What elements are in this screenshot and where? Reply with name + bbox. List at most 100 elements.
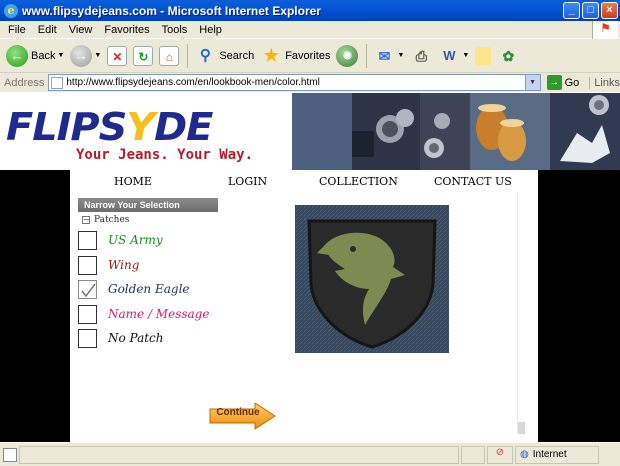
site-nav: HOME LOGIN COLLECTION CONTACT US (70, 170, 538, 192)
maximize-button[interactable]: □ (582, 2, 599, 19)
title-bar: e www.flipsydejeans.com - Microsoft Inte… (0, 0, 620, 21)
search-label: Search (219, 49, 255, 62)
scrollbar-thumb[interactable] (518, 422, 525, 434)
toolbar-separator (187, 43, 189, 68)
edit-button[interactable]: W ▼ (438, 45, 469, 67)
globe-icon: ◍ (520, 449, 529, 460)
option-no-patch[interactable]: No Patch (78, 328, 164, 348)
stop-icon: ✕ (107, 45, 128, 66)
go-button[interactable]: → Go (546, 75, 580, 90)
back-button[interactable]: ← Back ▼ (6, 44, 64, 67)
mail-icon: ✉ (378, 47, 391, 64)
checkbox[interactable] (78, 230, 97, 250)
messenger-button[interactable]: ✿ (497, 45, 519, 67)
stop-button[interactable]: ✕ (107, 45, 128, 66)
discuss-button[interactable] (475, 46, 492, 65)
checkbox[interactable] (78, 255, 97, 275)
search-icon: ⚲ (199, 46, 211, 64)
back-arrow-icon: ← (6, 44, 28, 67)
checkbox[interactable] (78, 304, 97, 324)
nav-login[interactable]: LOGIN (228, 175, 267, 188)
menu-help[interactable]: Help (199, 24, 222, 36)
minimize-button[interactable]: _ (563, 2, 580, 19)
checkbox-checked[interactable] (78, 279, 97, 299)
status-text-area (19, 445, 459, 464)
menu-edit[interactable]: Edit (38, 24, 57, 36)
main-content: Narrow Your Selection − Patches US Army … (70, 192, 538, 442)
note-icon (475, 46, 492, 65)
option-golden-eagle[interactable]: Golden Eagle (78, 279, 190, 299)
menu-bar: File Edit View Favorites Tools Help (0, 21, 620, 39)
print-button[interactable]: ⎙ (410, 45, 432, 67)
forward-button[interactable]: → ▼ (70, 44, 101, 67)
mail-button[interactable]: ✉ ▼ (373, 45, 405, 67)
address-input[interactable]: http://www.flipsydejeans.com/en/lookbook… (48, 74, 541, 91)
status-bar: ⊘ ◍ Internet (0, 442, 620, 466)
home-button[interactable]: ⌂ (159, 45, 180, 66)
toolbar-separator (366, 43, 368, 68)
option-label: Golden Eagle (108, 282, 190, 296)
option-name-message[interactable]: Name / Message (78, 304, 209, 324)
patches-category[interactable]: − Patches (82, 215, 129, 225)
back-dropdown-icon[interactable]: ▼ (57, 52, 64, 59)
forward-dropdown-icon[interactable]: ▼ (94, 52, 101, 59)
option-us-army[interactable]: US Army (78, 230, 163, 250)
status-segment (461, 445, 485, 464)
windows-flag-icon: ⚑ (592, 21, 618, 39)
banner-photo (292, 93, 620, 170)
back-label: Back (31, 49, 56, 62)
option-wing[interactable]: Wing (78, 255, 139, 275)
menu-favorites[interactable]: Favorites (104, 24, 149, 36)
refresh-icon: ↻ (133, 45, 154, 66)
option-label: US Army (108, 233, 163, 247)
messenger-icon: ✿ (502, 47, 515, 64)
menu-tools[interactable]: Tools (162, 24, 188, 36)
menu-view[interactable]: View (69, 24, 93, 36)
web-page: FLIPSYDE Your Jeans. Your Way. HOME LOGI… (0, 93, 620, 442)
checkbox[interactable] (78, 328, 97, 348)
patches-label: Patches (94, 215, 130, 225)
nav-home[interactable]: HOME (114, 175, 152, 188)
links-button[interactable]: Links (589, 76, 620, 89)
checkmark-icon (81, 283, 96, 297)
option-label: No Patch (108, 331, 164, 345)
vertical-scrollbar[interactable] (517, 192, 525, 434)
patch-preview-image (295, 205, 449, 353)
menu-file[interactable]: File (8, 24, 26, 36)
continue-label: Continue (216, 407, 260, 418)
favorites-label: Favorites (285, 49, 331, 62)
option-label: Wing (108, 258, 140, 272)
continue-button[interactable]: Continue (209, 402, 276, 430)
browser-window: e www.flipsydejeans.com - Microsoft Inte… (0, 0, 620, 466)
go-arrow-icon: → (546, 75, 562, 90)
nav-collection[interactable]: COLLECTION (319, 175, 398, 188)
nav-contact-us[interactable]: CONTACT US (434, 175, 512, 188)
star-icon: ★ (263, 45, 279, 65)
home-icon: ⌂ (159, 45, 180, 66)
forward-arrow-icon: → (70, 44, 93, 67)
media-button[interactable]: ◉ (336, 44, 359, 67)
ie-logo-icon: e (4, 3, 18, 18)
refresh-button[interactable]: ↻ (133, 45, 154, 66)
option-label: Name / Message (108, 307, 210, 321)
edit-dropdown-icon[interactable]: ▼ (462, 52, 469, 59)
site-logo[interactable]: FLIPSYDE (6, 105, 213, 149)
address-url: http://www.flipsydejeans.com/en/lookbook… (66, 77, 320, 88)
site-tagline: Your Jeans. Your Way. (76, 147, 254, 163)
collapse-icon[interactable]: − (82, 216, 90, 224)
popup-blocker-icon[interactable]: ⊘ (487, 445, 513, 464)
media-icon: ◉ (336, 44, 359, 67)
window-title: www.flipsydejeans.com - Microsoft Intern… (22, 3, 321, 18)
mail-dropdown-icon[interactable]: ▼ (397, 52, 404, 59)
page-left-margin (0, 170, 70, 442)
favorites-button[interactable]: ★ Favorites (260, 45, 331, 67)
page-icon (51, 76, 64, 89)
close-button[interactable]: × (601, 2, 618, 19)
address-dropdown-icon[interactable]: ▼ (524, 75, 540, 90)
narrow-selection-header: Narrow Your Selection (78, 198, 218, 212)
search-button[interactable]: ⚲ Search (194, 45, 254, 67)
print-icon: ⎙ (415, 47, 427, 64)
go-label: Go (564, 76, 580, 89)
security-zone: ◍ Internet (515, 445, 599, 464)
zone-label: Internet (532, 449, 567, 460)
